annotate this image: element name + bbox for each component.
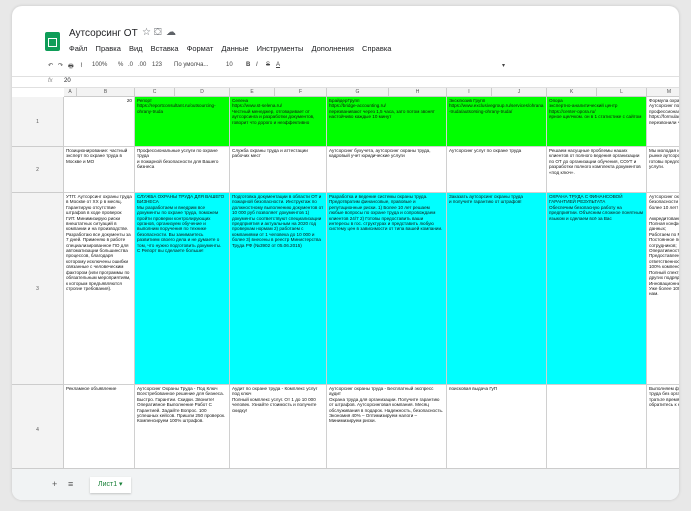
sheets-logo-icon[interactable] [45, 32, 60, 51]
column-header-c[interactable]: C [135, 88, 175, 97]
cell-r3-c4[interactable]: Разработка и ведение системы охраны труд… [327, 193, 447, 385]
cell-r4-c4[interactable]: Аутсорсинг охраны труда - Бесплатный экс… [327, 385, 447, 468]
menu-addons[interactable]: Дополнения [311, 44, 353, 53]
row-header-3[interactable]: 3 [12, 193, 64, 385]
cell-r1-c3[interactable]: Селена https://www.st-selena.ru/ Честный… [230, 97, 327, 147]
column-header-l[interactable]: L [597, 88, 647, 97]
fx-icon: fx [48, 78, 53, 84]
decimal-increase-button[interactable]: .00 [138, 62, 146, 68]
bold-button[interactable]: B [246, 62, 250, 68]
cell-r2-c1[interactable]: Позиционирование: частный эксперт по охр… [64, 147, 135, 193]
cell-r3-c2[interactable]: СЛУЖБА ОХРАНЫ ТРУДА ДЛЯ ВАШЕГО БИЗНЕСА М… [135, 193, 230, 385]
column-header-h[interactable]: H [389, 88, 447, 97]
cell-r2-c7[interactable]: Мы молодая и перспективная компания на р… [647, 147, 679, 193]
font-select[interactable]: По умолча... [174, 62, 208, 68]
cell-r2-c3[interactable]: Служба охраны труда и аттестации рабочих… [230, 147, 327, 193]
column-header-g[interactable]: G [327, 88, 389, 97]
menu-tools[interactable]: Инструменты [257, 44, 304, 53]
menu-view[interactable]: Вид [129, 44, 143, 53]
cell-r3-c6[interactable]: ОХРАНА ТРУДА С ФИНАНСОВОЙ ГАРАНТИЕЙ РЕЗУ… [547, 193, 647, 385]
star-icon[interactable]: ☆ [142, 27, 151, 38]
font-size-select[interactable]: 10 [226, 62, 233, 68]
percent-button[interactable]: % [118, 62, 123, 68]
undo-icon[interactable]: ↶ [48, 62, 53, 69]
menu-format[interactable]: Формат [187, 44, 214, 53]
cell-r2-c2[interactable]: Профессиональные услуги по охране труда … [135, 147, 230, 193]
print-icon[interactable]: 🖶 [68, 62, 74, 72]
cloud-status-icon[interactable]: ☁ [166, 27, 176, 38]
menu-bar: Файл Правка Вид Вставка Формат Данные Ин… [69, 44, 397, 53]
column-header-b[interactable]: B [77, 88, 135, 97]
cell-r3-c3[interactable]: Подготовка документации в области ОТ и п… [230, 193, 327, 385]
cell-r4-c6[interactable] [547, 385, 647, 468]
paint-format-icon[interactable]: ⌇ [80, 62, 83, 69]
cell-r3-c5[interactable]: Заказать аутсорсинг охраны труда и получ… [447, 193, 547, 385]
cell-r4-c1[interactable]: Рекламное объявление [64, 385, 135, 468]
sheet-tab[interactable]: Лист1 ▾ [90, 477, 131, 493]
menu-edit[interactable]: Правка [96, 44, 121, 53]
cell-r1-c4[interactable]: БрайдерГрупп https://bridge-accounting.r… [327, 97, 447, 147]
menu-data[interactable]: Данные [221, 44, 248, 53]
sheet-tab-bar: + ≡ Лист1 ▾ [12, 468, 679, 500]
number-format-button[interactable]: 123 [152, 62, 162, 68]
zoom-select[interactable]: 100% [92, 62, 107, 68]
cell-r3-c1[interactable]: УТП: Аутсорсинг охраны труда в Москве от… [64, 193, 135, 385]
toolbar: ↶ ↷ 🖶 ⌇ 100% % .0 .00 123 По умолча... 1… [12, 60, 679, 74]
cell-r2-c6[interactable]: Решаем насущные проблемы наших клиентов … [547, 147, 647, 193]
row-header-4[interactable]: 4 [12, 385, 64, 468]
cell-r3-c7[interactable]: Аутсорсинг охраны труда и пожарной безоп… [647, 193, 679, 385]
column-header-f[interactable]: F [275, 88, 327, 97]
column-header-k[interactable]: K [547, 88, 597, 97]
column-header-e[interactable]: E [230, 88, 275, 97]
cell-r4-c7[interactable]: Выполняем функции специалиста по охране … [647, 385, 679, 468]
more-tools-button[interactable]: ▾ [502, 62, 505, 69]
cell-r4-c2[interactable]: Аутсорсинг Охраны Труда - Под Ключ Всест… [135, 385, 230, 468]
cell-r1-c1[interactable]: 20 [64, 97, 135, 147]
cell-r2-c4[interactable]: Аутсорсинг бухучета, аутсорсинг охраны т… [327, 147, 447, 193]
title-bar: Аутсорсинг ОТ ☆ ⛋ ☁ Файл Правка Вид Вста… [12, 6, 679, 58]
doc-title[interactable]: Аутсорсинг ОТ [69, 28, 138, 39]
add-sheet-button[interactable]: + [52, 479, 57, 489]
move-icon[interactable]: ⛋ [154, 27, 162, 38]
strike-button[interactable]: S [266, 62, 270, 68]
cell-r1-c2[interactable]: Репорт https://reportconsultant.ru/outso… [135, 97, 230, 147]
cell-r4-c3[interactable]: Аудит по охране труда - Комплекс услуг п… [230, 385, 327, 468]
app-window: Аутсорсинг ОТ ☆ ⛋ ☁ Файл Правка Вид Вста… [12, 6, 679, 500]
column-header-d[interactable]: D [175, 88, 230, 97]
row-header-1[interactable]: 1 [12, 97, 64, 147]
cell-r1-c7[interactable]: Формула охраны труда Аутсорсинг по охран… [647, 97, 679, 147]
all-sheets-button[interactable]: ≡ [68, 479, 73, 489]
cell-r4-c5[interactable]: поисковая выдача ГуП [447, 385, 547, 468]
row-header-2[interactable]: 2 [12, 147, 64, 193]
formula-input[interactable]: 20 [64, 78, 71, 84]
formula-bar: fx 20 [12, 76, 679, 88]
column-header-a[interactable]: A [64, 88, 77, 97]
menu-file[interactable]: Файл [69, 44, 87, 53]
text-color-button[interactable]: A [276, 62, 280, 68]
column-header-i[interactable]: I [447, 88, 492, 97]
decimal-decrease-button[interactable]: .0 [128, 62, 133, 68]
spreadsheet-grid: ABCDEFGHIJKLMN120Репорт https://reportco… [12, 88, 679, 468]
cell-r2-c5[interactable]: Аутсорсинг услуг по охране труда [447, 147, 547, 193]
column-header-m[interactable]: M [647, 88, 679, 97]
cell-r1-c6[interactable]: Опора экспертно-аналитический центр http… [547, 97, 647, 147]
column-header-j[interactable]: J [492, 88, 547, 97]
menu-help[interactable]: Справка [362, 44, 391, 53]
cell-r1-c5[interactable]: Эксклюзив Групп https://www.exclusivegro… [447, 97, 547, 147]
menu-insert[interactable]: Вставка [151, 44, 179, 53]
redo-icon[interactable]: ↷ [58, 62, 63, 69]
italic-button[interactable]: I [256, 62, 258, 68]
